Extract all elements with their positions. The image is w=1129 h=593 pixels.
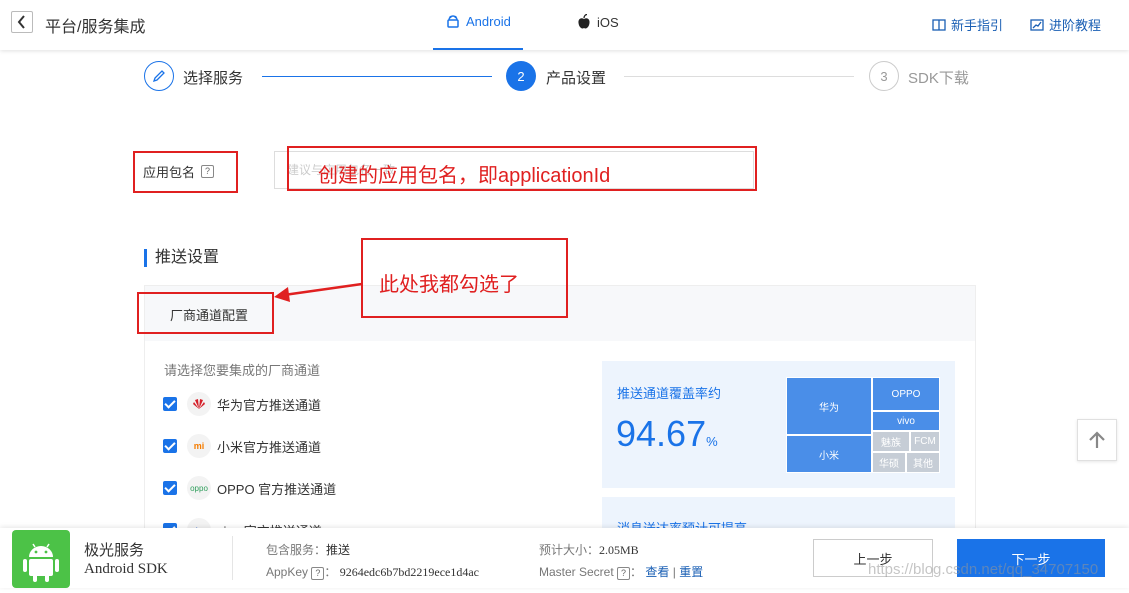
appkey-label: AppKey [266,565,309,579]
tab-android[interactable]: Android [446,14,511,29]
treemap-other: 其他 [906,452,940,473]
chevron-left-icon [17,15,25,29]
treemap-meizu: 魅族 [872,431,910,452]
secret-separator: | [672,565,676,579]
annotation-vendor-note: 此处我都勾选了 [379,274,519,296]
oppo-icon: oppo [187,476,211,500]
treemap-huawei: 华为 [786,377,872,435]
top-bar: 平台/服务集成 Android iOS 新手指引 进阶教程 [0,0,1129,50]
coverage-unit: % [706,434,718,449]
includes-value: 推送 [326,543,351,557]
vendor-huawei-row[interactable]: 华为官方推送通道 [163,392,321,416]
beginner-guide-link[interactable]: 新手指引 [932,15,1003,34]
step-2-label: 产品设置 [546,70,607,87]
bottom-bar: 极光服务 Android SDK 包含服务：推送 AppKey ?： 9264e… [0,528,1129,588]
treemap-vivo: vivo [872,411,940,431]
treemap-xiaomi: 小米 [786,435,872,473]
tab-android-label: Android [466,14,511,29]
active-tab-indicator [433,48,523,50]
step-connector-2 [624,76,854,77]
vendor-xiaomi-row[interactable]: mi 小米官方推送通道 [163,434,321,458]
master-secret-help-icon[interactable]: ? [617,567,631,580]
treemap-asus: 华硕 [872,452,906,473]
vendor-prompt: 请选择您要集成的厂商通道 [164,363,321,378]
annotation-package-note: 创建的应用包名，即applicationId [318,165,611,187]
book-icon [932,18,946,31]
vendor-oppo-label: OPPO 官方推送通道 [217,481,337,497]
sdk-name: Android SDK [84,561,168,577]
size-row: 预计大小：2.05MB [539,541,639,558]
step-2-circle: 2 [506,61,536,91]
vendor-oppo-checkbox[interactable] [163,481,177,495]
vendor-huawei-checkbox[interactable] [163,397,177,411]
android-robot-icon [23,543,59,582]
step-1-circle [144,61,174,91]
coverage-title: 推送通道覆盖率约 [617,386,722,401]
coverage-value: 94.67% [616,413,718,455]
includes-label: 包含服务： [266,543,327,557]
treemap-fcm: FCM [910,431,940,452]
scroll-top-button[interactable] [1077,419,1117,461]
annotation-arrow [274,282,363,302]
step-3-circle: 3 [869,61,899,91]
android-icon [447,14,459,28]
annotation-box-vendor [137,292,274,334]
vendor-huawei-label: 华为官方推送通道 [217,397,322,413]
pencil-icon [152,70,165,83]
master-secret-row: Master Secret ?： 查看 | 重置 [539,565,704,580]
tab-ios[interactable]: iOS [577,14,619,30]
appkey-value: 9264edc6b7bd2219ece1d4ac [339,565,480,579]
step-3-label: SDK下载 [908,70,969,87]
beginner-guide-label: 新手指引 [951,18,1004,33]
step-connector-1 [262,76,492,77]
arrow-up-icon [1089,431,1105,448]
advanced-tutorial-link[interactable]: 进阶教程 [1030,15,1101,34]
size-value: 2.05MB [599,543,639,557]
android-logo [12,530,70,588]
watermark: https://blog.csdn.net/qq_34707150 [868,561,1099,578]
vendor-oppo-row[interactable]: oppo OPPO 官方推送通道 [163,476,336,500]
vendor-xiaomi-checkbox[interactable] [163,439,177,453]
appkey-row: AppKey ?： 9264edc6b7bd2219ece1d4ac [266,565,480,580]
back-button[interactable] [11,11,33,33]
footer-divider [232,536,233,580]
step-1-label: 选择服务 [183,70,244,87]
reset-secret-link[interactable]: 重置 [679,565,703,579]
huawei-icon [187,392,211,416]
advanced-tutorial-label: 进阶教程 [1049,18,1102,33]
coverage-number: 94.67 [616,413,707,454]
annotation-box-label [133,151,238,193]
master-secret-label: Master Secret [539,565,614,579]
treemap-oppo: OPPO [872,377,940,411]
chart-icon [1030,18,1044,31]
xiaomi-icon: mi [187,434,211,458]
view-secret-link[interactable]: 查看 [645,565,669,579]
apple-icon [578,14,590,29]
appkey-help-icon[interactable]: ? [311,567,325,580]
page-title: 平台/服务集成 [45,19,146,36]
tab-ios-label: iOS [597,14,619,30]
push-settings-title: 推送设置 [144,249,219,267]
vendor-xiaomi-label: 小米官方推送通道 [217,439,322,455]
size-label: 预计大小： [539,543,600,557]
service-name: 极光服务 [84,542,145,559]
includes-services: 包含服务：推送 [266,541,350,558]
